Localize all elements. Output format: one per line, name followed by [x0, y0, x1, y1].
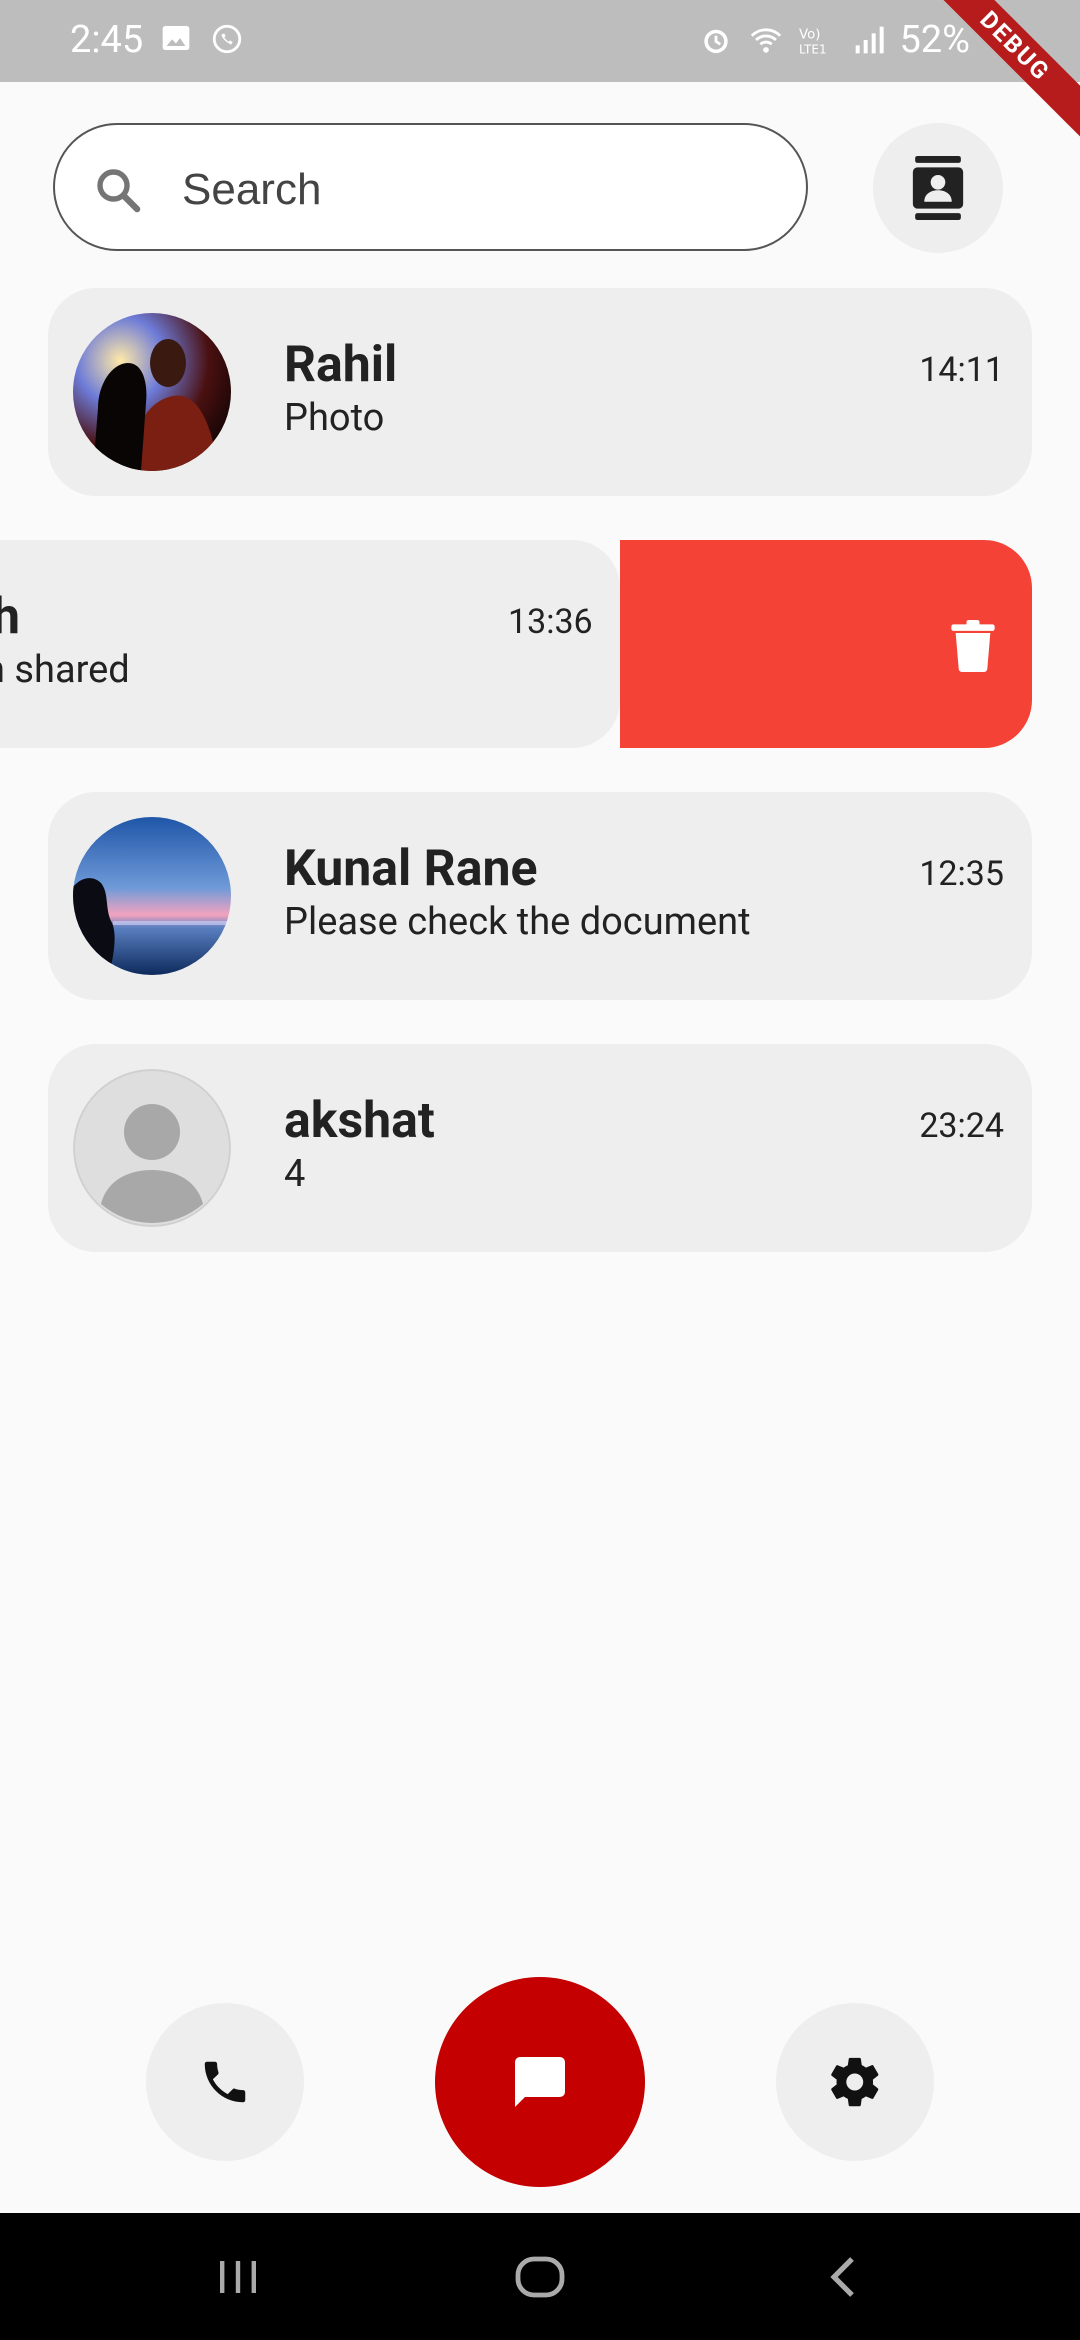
trash-icon	[951, 620, 995, 672]
last-message: 4	[284, 1152, 306, 1196]
last-message: ation shared	[0, 648, 130, 692]
wifi-icon	[751, 28, 782, 53]
chat-item-akshat[interactable]: akshat 4 23:24	[48, 1044, 1032, 1252]
status-time: 2:45	[70, 18, 144, 62]
gallery-notification-icon	[162, 26, 190, 50]
svg-text:LTE1: LTE1	[799, 42, 827, 56]
status-bar: 2:45 Vo) LTE1 52% DEBUG	[0, 0, 1080, 141]
settings-button[interactable]	[776, 2003, 934, 2161]
chat-item-kunal-rane[interactable]: Kunal Rane Please check the document 12:…	[48, 792, 1032, 1000]
cell-signal-icon	[856, 26, 885, 54]
alarm-icon	[704, 29, 729, 54]
avatar	[73, 313, 231, 471]
search-input[interactable]	[180, 149, 764, 231]
message-time: 23:24	[919, 1106, 1004, 1146]
recent-apps-icon[interactable]	[214, 2253, 262, 2301]
message-time: 13:36	[508, 602, 593, 642]
last-message: Please check the document	[284, 900, 751, 944]
calls-button[interactable]	[146, 2003, 304, 2161]
avatar	[73, 817, 231, 975]
lte-signal-icon: Vo)LTE1	[799, 28, 827, 57]
contact-name: akshat	[284, 1092, 435, 1150]
contact-name: h	[0, 588, 21, 646]
system-nav-bar	[0, 2213, 1080, 2340]
chat-icon	[515, 2057, 565, 2107]
swiped-chat-row[interactable]: h ation shared 13:36	[0, 540, 1032, 748]
contact-name: Rahil	[284, 336, 398, 394]
chat-item-swiped[interactable]: h ation shared 13:36	[0, 540, 620, 748]
last-message: Photo	[284, 396, 385, 440]
contacts-icon	[912, 156, 964, 220]
search-bar[interactable]	[53, 123, 808, 251]
avatar	[73, 1069, 231, 1227]
message-time: 14:11	[919, 350, 1004, 390]
svg-text:Vo): Vo)	[799, 28, 820, 43]
delete-action[interactable]	[620, 540, 1032, 748]
phone-icon	[204, 2061, 246, 2103]
whatsapp-notification-icon	[212, 24, 242, 54]
chat-item-rahil[interactable]: Rahil Photo 14:11	[48, 288, 1032, 496]
contact-name: Kunal Rane	[284, 840, 538, 898]
chats-button[interactable]	[435, 1977, 645, 2187]
gear-icon	[831, 2057, 879, 2107]
search-icon	[97, 169, 141, 213]
message-time: 12:35	[919, 854, 1004, 894]
back-icon[interactable]	[822, 2253, 862, 2301]
default-avatar-icon	[73, 1069, 231, 1227]
contacts-button[interactable]	[873, 123, 1003, 253]
home-icon[interactable]	[514, 2253, 566, 2301]
battery-percent: 52%	[899, 18, 970, 62]
